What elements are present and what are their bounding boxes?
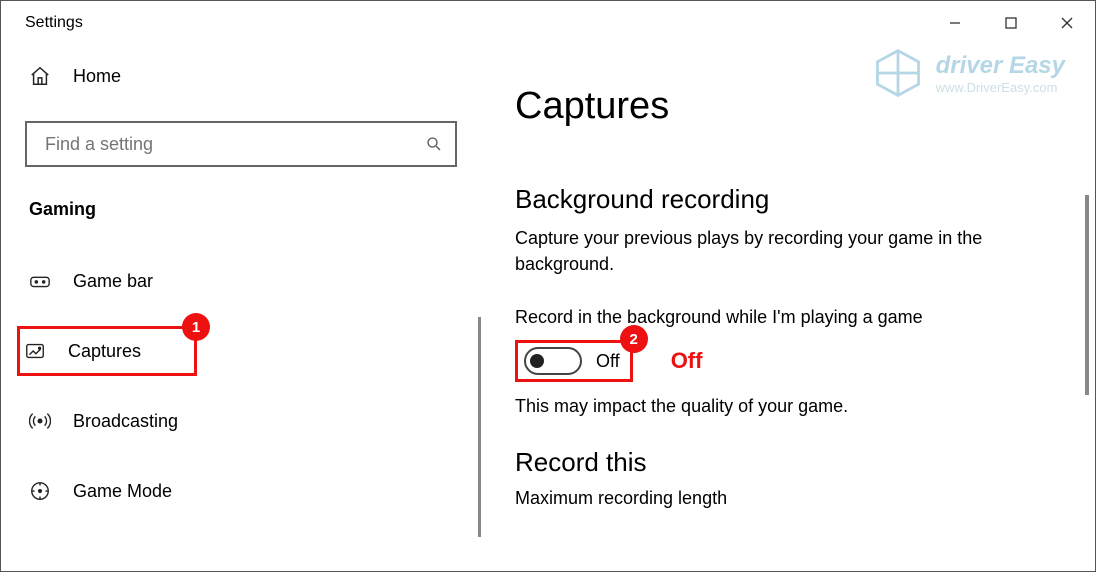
home-icon xyxy=(29,65,51,87)
section-background-recording-title: Background recording xyxy=(515,184,1065,215)
annotation-badge-2: 2 xyxy=(620,325,648,353)
max-length-label: Maximum recording length xyxy=(515,488,1065,509)
sidebar-item-label: Broadcasting xyxy=(73,411,178,432)
section-background-recording-desc: Capture your previous plays by recording… xyxy=(515,225,1065,277)
page-title: Captures xyxy=(515,85,1065,128)
broadcasting-icon xyxy=(29,410,51,432)
window-title: Settings xyxy=(25,14,83,32)
main-scrollbar[interactable] xyxy=(1085,195,1089,395)
sidebar-item-captures[interactable]: Captures 1 xyxy=(17,326,197,376)
toggle-label: Record in the background while I'm playi… xyxy=(515,307,1065,328)
game-bar-icon xyxy=(29,270,51,292)
annotation-off-text: Off xyxy=(671,348,703,374)
search-icon xyxy=(425,135,443,153)
toggle-state: Off xyxy=(596,351,620,372)
home-nav[interactable]: Home xyxy=(25,65,457,87)
section-record-this-title: Record this xyxy=(515,447,1065,478)
watermark-brand: driver Easy xyxy=(936,52,1065,80)
search-input-container[interactable] xyxy=(25,121,457,167)
maximize-button[interactable] xyxy=(983,1,1039,45)
sidebar-item-game-bar[interactable]: Game bar xyxy=(25,256,457,306)
search-input[interactable] xyxy=(45,134,425,155)
annotation-badge-1: 1 xyxy=(182,313,210,341)
sidebar-item-label: Captures xyxy=(68,341,141,362)
game-mode-icon xyxy=(29,480,51,502)
captures-icon xyxy=(24,340,46,362)
sidebar-item-label: Game Mode xyxy=(73,481,172,502)
toggle-note: This may impact the quality of your game… xyxy=(515,396,1065,417)
sidebar-item-broadcasting[interactable]: Broadcasting xyxy=(25,396,457,446)
minimize-button[interactable] xyxy=(927,1,983,45)
annotation-box-2: Off 2 xyxy=(515,340,633,382)
home-label: Home xyxy=(73,66,121,87)
category-title: Gaming xyxy=(25,199,457,220)
close-button[interactable] xyxy=(1039,1,1095,45)
background-record-toggle[interactable] xyxy=(524,347,582,375)
sidebar-item-game-mode[interactable]: Game Mode xyxy=(25,466,457,516)
sidebar-item-label: Game bar xyxy=(73,271,153,292)
